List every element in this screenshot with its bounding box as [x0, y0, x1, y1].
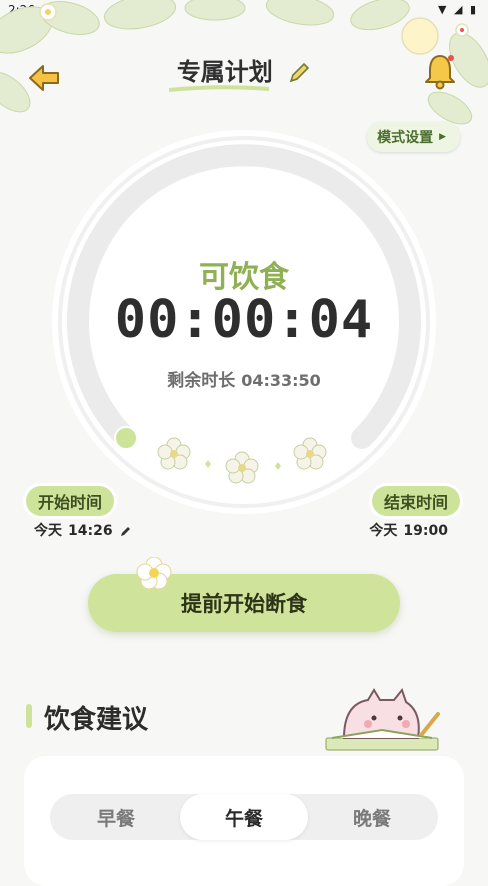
end-time: 19:00 — [403, 523, 448, 539]
pencil-icon — [289, 62, 310, 83]
page-title: 专属计划 — [0, 52, 488, 92]
diet-section-title: 饮食建议 — [44, 705, 149, 735]
start-time: 14:26 — [68, 523, 113, 539]
tab-breakfast[interactable]: 早餐 — [52, 794, 180, 840]
start-time-label: 开始时间 — [26, 486, 115, 516]
section-accent-bar — [26, 704, 32, 728]
flower-icon — [136, 557, 172, 589]
start-time-value[interactable]: 今天 14:26 — [34, 520, 132, 540]
remaining-label: 剩余时长 — [167, 371, 236, 391]
meal-tabs: 早餐 午餐 晚餐 — [50, 794, 438, 840]
title-underline — [168, 85, 269, 92]
bell-button[interactable] — [420, 52, 460, 92]
page-title-text: 专属计划 — [176, 58, 273, 86]
triangle-right-icon: ▶ — [439, 132, 446, 142]
status-time: 2:26 — [8, 3, 35, 17]
cat-reading-illustration — [325, 687, 440, 751]
status-icons: ▼ ◢ ▮ — [438, 3, 478, 16]
title-wrap: 专属计划 — [168, 52, 273, 92]
start-fasting-early-label: 提前开始断食 — [181, 592, 307, 616]
edit-icon — [121, 527, 131, 536]
status-bar: 2:26 ▼ ◢ ▮ — [0, 0, 488, 22]
end-day: 今天 — [369, 523, 398, 539]
end-time-label: 结束时间 — [371, 486, 460, 516]
start-day: 今天 — [34, 523, 62, 539]
tab-lunch[interactable]: 午餐 — [180, 794, 308, 840]
elapsed-timer: 00:00:04 — [114, 290, 374, 350]
tab-dinner[interactable]: 晚餐 — [308, 794, 436, 840]
remaining-value: 04:33:50 — [241, 371, 321, 390]
remaining-duration: 剩余时长 04:33:50 — [0, 366, 488, 391]
end-time-value: 今天 19:00 — [369, 520, 448, 540]
bell-icon — [425, 55, 455, 90]
